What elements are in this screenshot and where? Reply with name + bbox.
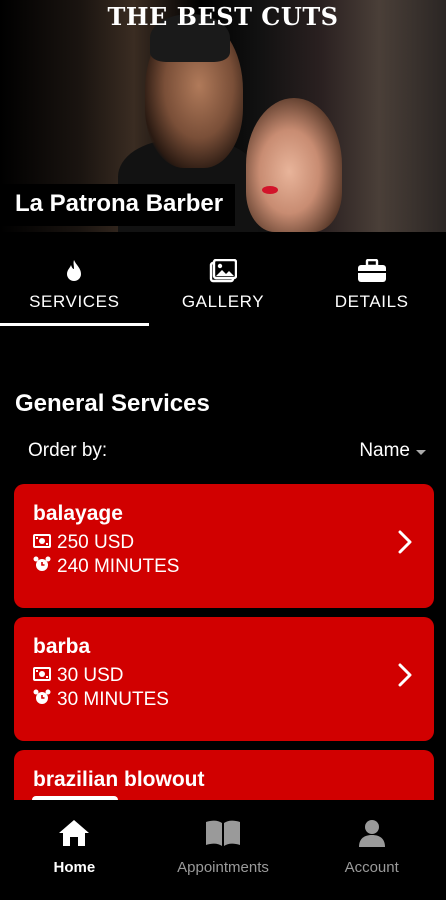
tab-gallery-label: GALLERY [181, 292, 265, 311]
bottom-nav: Home Appointments Account [0, 800, 446, 900]
service-duration-row: 30 MINUTES [33, 689, 434, 711]
order-by-label: Order by: [28, 440, 108, 461]
hero-photo-woman [246, 98, 342, 232]
tab-details-label: DETAILS [334, 292, 409, 311]
order-by-dropdown[interactable]: Name [359, 440, 426, 462]
section-title: General Services [15, 390, 210, 417]
tab-bar: SERVICES GALLERY DETAILS [0, 250, 446, 326]
service-name: barba [33, 635, 91, 658]
user-icon [357, 818, 387, 853]
nav-appointments-label: Appointments [177, 859, 269, 876]
nav-appointments[interactable]: Appointments [149, 800, 298, 900]
hero-photo-woman-lips [262, 186, 278, 194]
tab-services[interactable]: SERVICES [0, 250, 149, 326]
order-by-value: Name [359, 440, 410, 461]
service-price-row: 30 USD [33, 665, 434, 687]
nav-home[interactable]: Home [0, 800, 149, 900]
money-icon [33, 532, 51, 554]
shop-name: La Patrona Barber [0, 184, 236, 226]
money-icon [33, 665, 51, 687]
service-duration: 240 MINUTES [57, 556, 180, 577]
hero-banner: THE BEST CUTS La Patrona Barber [0, 0, 446, 232]
service-card[interactable]: balayage 250 USD 240 MINUTES [14, 484, 434, 608]
nav-home-label: Home [53, 859, 96, 876]
service-price: 30 USD [57, 665, 124, 686]
service-price: 250 USD [57, 532, 135, 553]
tab-services-label: SERVICES [29, 292, 120, 311]
alarm-clock-icon [33, 689, 51, 711]
hero-tagline: THE BEST CUTS [107, 2, 339, 31]
alarm-clock-icon [33, 556, 51, 578]
tab-details[interactable]: DETAILS [297, 250, 446, 326]
service-card[interactable]: brazilian blowout [14, 750, 434, 800]
flame-icon [65, 258, 83, 284]
chevron-right-icon [398, 530, 412, 559]
service-price-row: 250 USD [33, 532, 434, 554]
tab-gallery[interactable]: GALLERY [149, 250, 298, 326]
service-name: balayage [33, 502, 123, 525]
service-duration: 30 MINUTES [57, 689, 169, 710]
briefcase-icon [357, 258, 387, 284]
service-name: brazilian blowout [33, 768, 205, 791]
nav-account-label: Account [344, 859, 399, 876]
nav-account[interactable]: Account [297, 800, 446, 900]
chevron-down-icon [416, 449, 426, 455]
chevron-right-icon [398, 663, 412, 692]
services-list: balayage 250 USD 240 MINUTES barba 30 US… [14, 484, 434, 800]
service-card[interactable]: barba 30 USD 30 MINUTES [14, 617, 434, 741]
service-duration-row: 240 MINUTES [33, 556, 434, 578]
home-icon [57, 818, 91, 853]
book-icon [204, 818, 242, 853]
image-icon [209, 258, 237, 284]
order-by-row: Order by: Name [28, 440, 426, 462]
